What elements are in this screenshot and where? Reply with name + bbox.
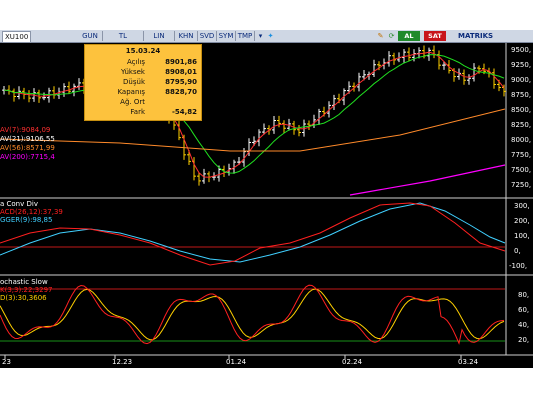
legend-av200: AV(200):7715,4	[0, 153, 55, 161]
template-button[interactable]: TMP	[236, 31, 255, 41]
chart-area[interactable]	[0, 43, 533, 368]
info-row-open: Açılış 8901,86	[127, 58, 197, 66]
legend-av56: AV(56):8571,99	[0, 144, 55, 152]
y-tick-macd: 100,	[514, 232, 530, 240]
period-button[interactable]: GUN	[78, 31, 103, 41]
x-tick: 23	[2, 358, 11, 366]
y-tick-stoch: 80,	[518, 291, 530, 299]
y-tick-stoch: 40,	[518, 321, 530, 329]
y-tick-stoch: 60,	[518, 306, 530, 314]
tool-icon[interactable]: ✎	[376, 31, 385, 41]
y-tick-macd: 200,	[514, 217, 530, 225]
x-tick: 03.24	[458, 358, 479, 366]
legend-av21: AV(21):9106,55	[0, 135, 55, 143]
info-date: 15.03.24	[125, 47, 161, 55]
x-tick: 12.23	[112, 358, 133, 366]
y-tick-price: 8250,	[511, 121, 532, 129]
legend-stoch-k: K(3,3):22,3297	[0, 286, 53, 294]
refresh-icon[interactable]: ⟳	[387, 31, 396, 41]
macd-title: a Conv Div	[0, 200, 38, 208]
info-row-low: Düşük 8795,90	[123, 78, 197, 86]
ma200-line	[349, 164, 506, 196]
chart-window: XU100 GUN TL LIN KHN SVD SYM TMP ▾ ✦ ✎ ⟳…	[0, 30, 533, 368]
y-tick-price: 9000,	[511, 76, 532, 84]
info-row-close: Kapanış 8828,70	[117, 88, 197, 96]
macd-line	[0, 202, 506, 266]
y-tick-price: 9500,	[511, 46, 532, 54]
legend-stoch-d: D(3):30,3606	[0, 294, 47, 302]
ohlc-info-box: 15.03.24 Açılış 8901,86 Yüksek 8908,01 Düş…	[84, 44, 202, 121]
sym-button[interactable]: SYM	[217, 31, 236, 41]
ma56-line	[0, 108, 506, 152]
twitter-icon[interactable]: ✦	[266, 31, 275, 41]
symbol-selector[interactable]: XU100	[2, 31, 32, 43]
info-row-weighted-avg: Ağ. Ort	[120, 98, 145, 106]
svd-button[interactable]: SVD	[198, 31, 217, 41]
x-tick: 01.24	[226, 358, 247, 366]
info-row-high: Yüksek 8908,01	[121, 68, 197, 76]
legend-trigger: GGER(9):98,85	[0, 216, 53, 224]
buy-button[interactable]: AL	[398, 31, 420, 41]
y-tick-macd: 300,	[514, 202, 530, 210]
y-tick-price: 7250,	[511, 181, 532, 189]
stoch-k-line	[0, 284, 505, 345]
y-tick-macd: -100,	[509, 262, 528, 270]
stoch-title: ochastic Slow	[0, 278, 48, 286]
info-row-change: Fark -54,82	[130, 108, 197, 116]
y-tick-stoch: 20,	[518, 336, 530, 344]
y-tick-price: 9250,	[511, 61, 532, 69]
chart-toolbar: XU100 GUN TL LIN KHN SVD SYM TMP ▾ ✦ ✎ ⟳…	[0, 30, 533, 43]
sell-button[interactable]: SAT	[424, 31, 446, 41]
y-tick-price: 7500,	[511, 166, 532, 174]
ma7-line	[3, 51, 505, 178]
y-tick-macd: 0,	[514, 247, 521, 255]
legend-av7: AV(7):9084,09	[0, 126, 51, 134]
y-tick-price: 8000,	[511, 136, 532, 144]
dropdown-icon[interactable]: ▾	[256, 31, 265, 41]
macd-trigger-line	[0, 202, 506, 263]
linear-button[interactable]: LIN	[144, 31, 175, 41]
y-tick-price: 7750,	[511, 151, 532, 159]
currency-button[interactable]: TL	[103, 31, 144, 41]
brand-logo: MATRIKS	[458, 32, 494, 40]
y-tick-price: 8500,	[511, 106, 532, 114]
y-tick-price: 8750,	[511, 91, 532, 99]
khn-button[interactable]: KHN	[175, 31, 198, 41]
stoch-d-line	[0, 288, 505, 341]
ma21-line	[3, 54, 505, 174]
x-tick: 02.24	[342, 358, 363, 366]
legend-macd: ACD(26,12):37,39	[0, 208, 63, 216]
